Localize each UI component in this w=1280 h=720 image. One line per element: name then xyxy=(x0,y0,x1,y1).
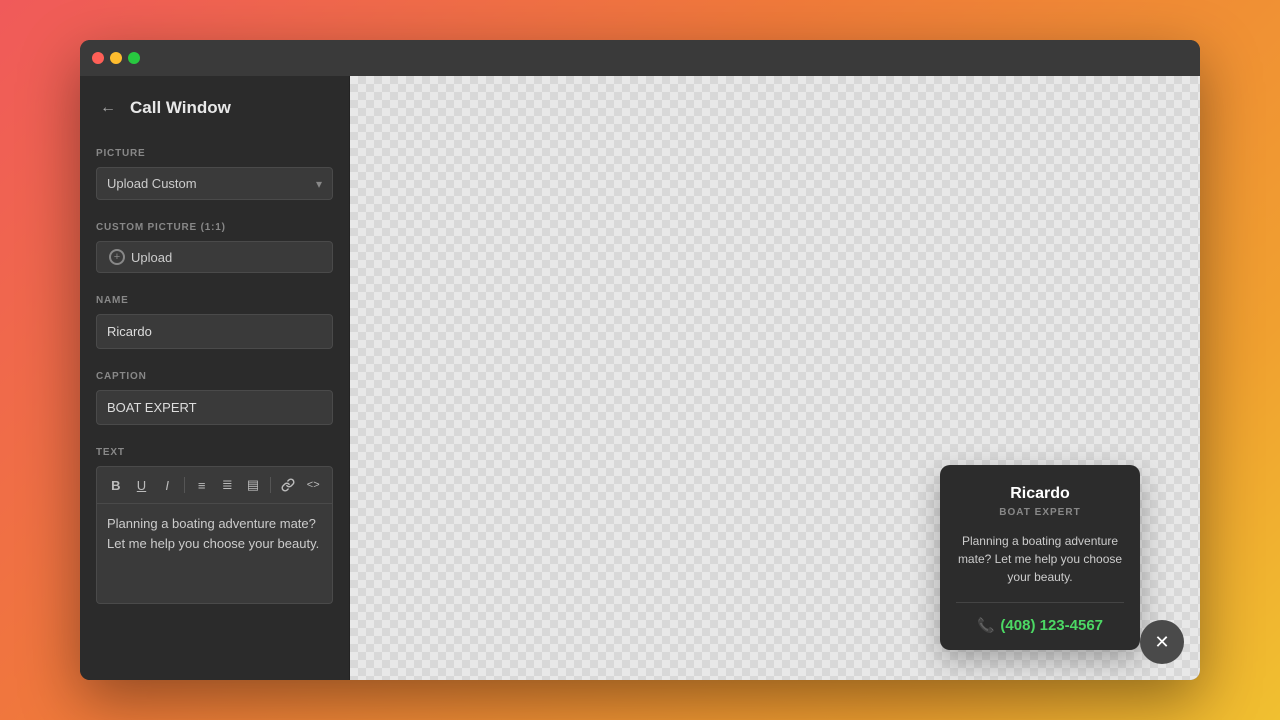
underline-button[interactable]: U xyxy=(131,473,153,497)
picture-dropdown[interactable]: Upload Custom ▾ xyxy=(96,167,333,200)
toolbar-separator-1 xyxy=(184,477,185,493)
phone-number: (408) 123-4567 xyxy=(1000,617,1103,634)
toolbar-separator-2 xyxy=(270,477,271,493)
text-label: TEXT xyxy=(96,447,333,458)
title-bar xyxy=(80,40,1200,76)
custom-picture-label: CUSTOM PICTURE (1:1) xyxy=(96,222,333,233)
back-button[interactable]: ← xyxy=(96,96,120,120)
close-icon: ✕ xyxy=(1154,632,1169,653)
app-window: ← Call Window PICTURE Upload Custom ▾ CU… xyxy=(80,40,1200,680)
call-card-text: Planning a boating adventure mate? Let m… xyxy=(956,532,1124,586)
main-content: ← Call Window PICTURE Upload Custom ▾ CU… xyxy=(80,76,1200,680)
page-title: Call Window xyxy=(130,98,231,118)
link-button[interactable] xyxy=(277,473,299,497)
name-label: NAME xyxy=(96,295,333,306)
chevron-down-icon: ▾ xyxy=(316,177,322,191)
dropdown-value: Upload Custom xyxy=(107,176,197,191)
caption-label: CAPTION xyxy=(96,371,333,382)
upload-icon: + xyxy=(109,249,125,265)
editor-toolbar: B U I ≡ ≣ ▤ <> xyxy=(96,466,333,504)
unordered-list-button[interactable]: ≡ xyxy=(191,473,213,497)
code-button[interactable]: <> xyxy=(302,473,324,497)
caption-input[interactable] xyxy=(96,390,333,425)
text-field-group: TEXT B U I ≡ ≣ ▤ <> xyxy=(96,447,333,604)
call-card-caption: BOAT EXPERT xyxy=(956,507,1124,518)
align-button[interactable]: ▤ xyxy=(242,473,264,497)
ordered-list-button[interactable]: ≣ xyxy=(217,473,239,497)
upload-button[interactable]: + Upload xyxy=(96,241,333,273)
call-card: Ricardo BOAT EXPERT Planning a boating a… xyxy=(940,465,1140,650)
call-card-phone[interactable]: 📞 (408) 123-4567 xyxy=(956,617,1124,634)
fullscreen-traffic-light[interactable] xyxy=(128,52,140,64)
text-editor[interactable]: Planning a boating adventure mate? Let m… xyxy=(96,504,333,604)
panel-header: ← Call Window xyxy=(96,96,333,120)
caption-field-group: CAPTION xyxy=(96,371,333,425)
close-traffic-light[interactable] xyxy=(92,52,104,64)
close-button[interactable]: ✕ xyxy=(1140,620,1184,664)
traffic-lights xyxy=(92,52,140,64)
call-card-name: Ricardo xyxy=(956,485,1124,503)
bold-button[interactable]: B xyxy=(105,473,127,497)
name-field-group: NAME xyxy=(96,295,333,349)
phone-icon: 📞 xyxy=(977,617,994,634)
name-input[interactable] xyxy=(96,314,333,349)
upload-label: Upload xyxy=(131,250,172,265)
call-card-divider xyxy=(956,602,1124,603)
minimize-traffic-light[interactable] xyxy=(110,52,122,64)
italic-button[interactable]: I xyxy=(156,473,178,497)
canvas-area: Ricardo BOAT EXPERT Planning a boating a… xyxy=(350,76,1200,680)
custom-picture-field-group: CUSTOM PICTURE (1:1) + Upload xyxy=(96,222,333,273)
picture-label: PICTURE xyxy=(96,148,333,159)
picture-field-group: PICTURE Upload Custom ▾ xyxy=(96,148,333,200)
left-panel: ← Call Window PICTURE Upload Custom ▾ CU… xyxy=(80,76,350,680)
